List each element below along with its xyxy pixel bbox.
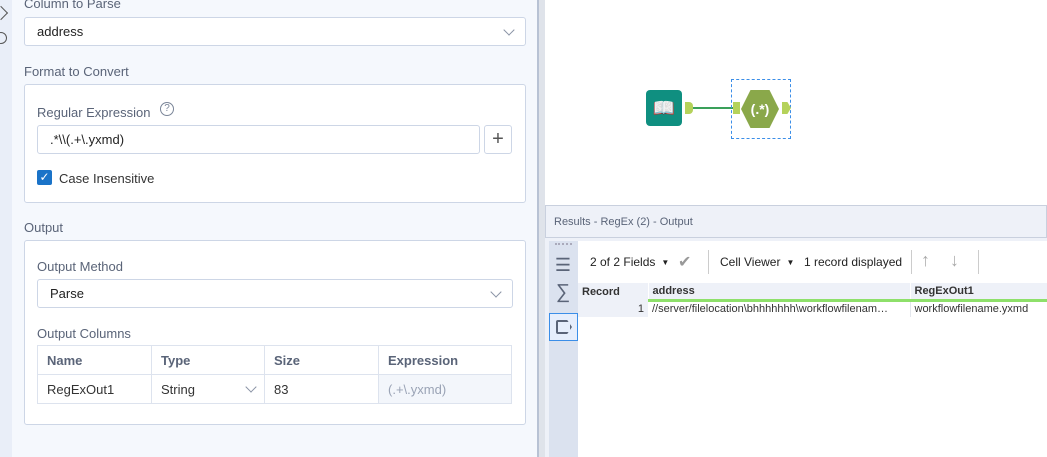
results-header-row: Record address RegExOut1 bbox=[578, 283, 1047, 302]
chevron-right-icon[interactable] bbox=[0, 5, 9, 21]
record-cell: 1 bbox=[578, 300, 648, 317]
output-anchor[interactable] bbox=[685, 102, 693, 114]
results-header: Results - RegEx (2) - Output bbox=[545, 205, 1047, 238]
regex-value: .*\\(.+\.yxmd) bbox=[50, 132, 125, 147]
cell-viewer-label: Cell Viewer bbox=[720, 255, 781, 269]
header-size: Size bbox=[264, 345, 379, 375]
output-columns-table: Name Type Size Expression RegExOut1 Stri… bbox=[37, 345, 512, 404]
left-icon-strip bbox=[0, 0, 12, 457]
checkmark-icon[interactable]: ✔ bbox=[678, 252, 691, 272]
toolbar-divider bbox=[708, 250, 709, 274]
case-insensitive-label: Case Insensitive bbox=[59, 171, 155, 186]
header-name: Name bbox=[37, 345, 152, 375]
output-method-label: Output Method bbox=[37, 259, 123, 274]
plus-icon: + bbox=[492, 128, 504, 150]
input-anchor[interactable] bbox=[733, 102, 740, 114]
case-insensitive-checkbox[interactable]: ✓ bbox=[37, 170, 52, 185]
output-method-select[interactable]: Parse bbox=[37, 279, 513, 308]
caret-down-icon: ▼ bbox=[786, 257, 795, 267]
record-count: 1 record displayed bbox=[804, 255, 903, 269]
connection-line bbox=[693, 107, 735, 109]
tag-view-button[interactable] bbox=[549, 313, 578, 341]
arrow-up-icon[interactable]: ↑ bbox=[921, 250, 930, 271]
toolbar-divider bbox=[978, 250, 979, 274]
address-cell[interactable]: //server/filelocation\bhhhhhhh\workflowf… bbox=[648, 300, 911, 317]
regex-glyph: (.*) bbox=[750, 101, 770, 117]
results-table: Record address RegExOut1 1 //server/file… bbox=[578, 283, 1047, 317]
panel-splitter[interactable] bbox=[537, 0, 545, 457]
output-columns-label: Output Columns bbox=[37, 326, 131, 341]
fields-label: 2 of 2 Fields bbox=[590, 255, 656, 269]
toolbar-divider bbox=[911, 250, 912, 274]
header-address[interactable]: address bbox=[647, 283, 910, 302]
size-cell[interactable]: 83 bbox=[264, 374, 379, 404]
book-icon: 📖 bbox=[652, 98, 676, 118]
column-to-parse-select[interactable]: address bbox=[24, 17, 526, 46]
chevron-down-icon bbox=[503, 23, 515, 36]
type-select[interactable]: String bbox=[151, 374, 265, 404]
cell-viewer-dropdown[interactable]: Cell Viewer ▼ bbox=[720, 255, 794, 269]
fields-dropdown[interactable]: 2 of 2 Fields ▼ bbox=[590, 255, 669, 269]
header-record[interactable]: Record bbox=[578, 283, 648, 300]
help-icon[interactable]: ? bbox=[160, 102, 174, 116]
chevron-down-icon bbox=[490, 285, 502, 298]
arrow-down-icon[interactable]: ↓ bbox=[950, 250, 959, 271]
regexout1-cell[interactable]: workflowfilename.yxmd bbox=[910, 300, 1047, 317]
caret-down-icon: ▼ bbox=[661, 257, 670, 267]
info-circle-icon[interactable] bbox=[0, 32, 7, 44]
chevron-down-icon bbox=[245, 381, 257, 393]
results-grid-area: 2 of 2 Fields ▼ ✔ Cell Viewer ▼ 1 record d… bbox=[578, 241, 1047, 457]
output-method-value: Parse bbox=[50, 286, 84, 301]
column-to-parse-value: address bbox=[37, 24, 84, 39]
regex-input[interactable]: .*\\(.+\.yxmd) bbox=[37, 125, 480, 154]
name-cell[interactable]: RegExOut1 bbox=[37, 374, 152, 404]
format-to-convert-label: Format to Convert bbox=[24, 64, 129, 79]
column-to-parse-label: Column to Parse bbox=[24, 0, 121, 11]
summary-icon[interactable]: ∑ bbox=[554, 282, 572, 302]
header-expression: Expression bbox=[378, 345, 512, 375]
type-value: String bbox=[161, 381, 195, 397]
drag-handle[interactable] bbox=[555, 243, 572, 245]
output-label: Output bbox=[24, 220, 64, 235]
configuration-panel: Column to Parse address Format to Conver… bbox=[12, 0, 537, 457]
output-box: Output Method Parse Output Columns Name … bbox=[24, 240, 526, 425]
header-type: Type bbox=[151, 345, 265, 375]
results-title: Results - RegEx (2) - Output bbox=[554, 216, 693, 228]
tag-icon bbox=[556, 320, 572, 334]
table-row[interactable]: 1 //server/filelocation\bhhhhhhh\workflo… bbox=[578, 300, 1047, 317]
format-to-convert-box: Regular Expression ? .*\\(.+\.yxmd) + ✓ … bbox=[24, 84, 526, 203]
regex-label: Regular Expression bbox=[37, 105, 151, 120]
add-expression-button[interactable]: + bbox=[484, 125, 512, 154]
workflow-canvas[interactable]: 📖 (.*) bbox=[545, 0, 1047, 205]
expression-cell: (.+\.yxmd) bbox=[378, 374, 512, 404]
input-data-tool[interactable]: 📖 bbox=[646, 90, 682, 126]
results-sidebar: ☰ ∑ bbox=[549, 241, 578, 457]
table-view-icon[interactable]: ☰ bbox=[554, 256, 572, 274]
header-regexout1[interactable]: RegExOut1 bbox=[909, 283, 1047, 302]
table-header-row: Name Type Size Expression bbox=[37, 345, 512, 375]
table-row: RegExOut1 String 83 (.+\.yxmd) bbox=[37, 374, 512, 404]
